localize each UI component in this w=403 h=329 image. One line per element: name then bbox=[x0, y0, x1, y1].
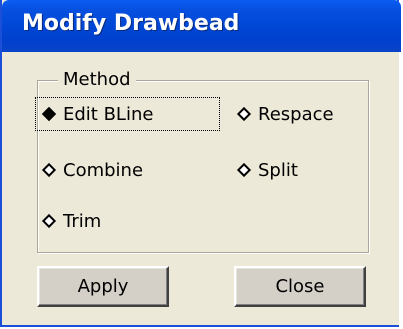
dialog-client-area: Method Edit BLine Respace Combine Split … bbox=[4, 52, 399, 325]
apply-button[interactable]: Apply bbox=[37, 266, 169, 307]
close-button[interactable]: Close bbox=[234, 266, 366, 307]
radio-unselected-diamond-icon bbox=[41, 213, 57, 229]
radio-edit-bline[interactable]: Edit BLine bbox=[35, 97, 220, 131]
modify-drawbead-dialog: Modify Drawbead Method Edit BLine Respac… bbox=[0, 0, 401, 327]
radio-selected-diamond-icon bbox=[41, 106, 57, 122]
radio-unselected-diamond-icon bbox=[41, 162, 57, 178]
radio-respace-label: Respace bbox=[258, 103, 334, 125]
radio-unselected-diamond-icon bbox=[236, 162, 252, 178]
radio-trim-label: Trim bbox=[63, 210, 102, 232]
radio-split[interactable]: Split bbox=[230, 153, 350, 187]
method-group-label: Method bbox=[58, 70, 136, 90]
window-title: Modify Drawbead bbox=[22, 11, 240, 36]
radio-trim[interactable]: Trim bbox=[35, 204, 155, 238]
title-bar[interactable]: Modify Drawbead bbox=[2, 0, 401, 52]
radio-edit-bline-label: Edit BLine bbox=[63, 103, 154, 125]
radio-combine[interactable]: Combine bbox=[35, 153, 195, 187]
radio-combine-label: Combine bbox=[63, 159, 144, 181]
radio-unselected-diamond-icon bbox=[236, 106, 252, 122]
radio-respace[interactable]: Respace bbox=[230, 97, 360, 131]
radio-split-label: Split bbox=[258, 159, 298, 181]
